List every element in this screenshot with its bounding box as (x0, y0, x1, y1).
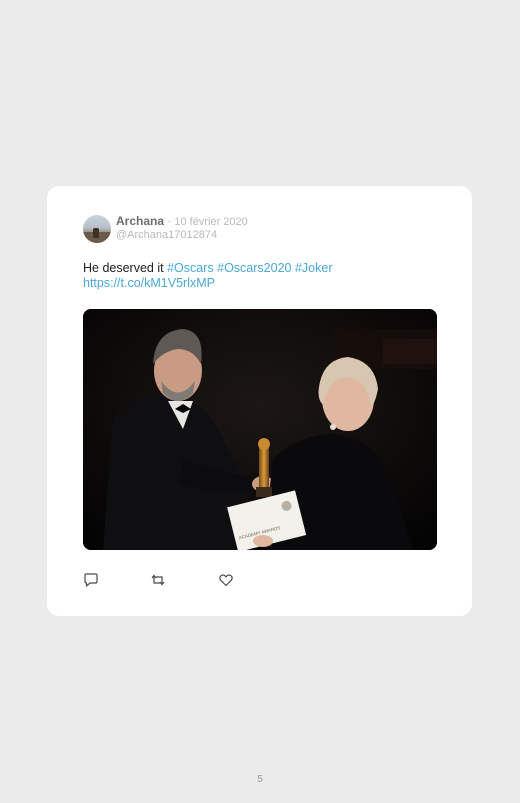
tweet-header: Archana · 10 février 2020 (116, 214, 248, 229)
page-number: 5 (257, 774, 263, 785)
heart-icon[interactable] (218, 572, 234, 588)
avatar[interactable] (83, 215, 111, 243)
retweet-icon[interactable] (150, 572, 166, 588)
tweet-text: He deserved it #Oscars #Oscars2020 #Joke… (83, 261, 443, 291)
tweet-text-body: He deserved it (83, 261, 164, 275)
hashtag-joker[interactable]: #Joker (295, 261, 333, 275)
reply-icon[interactable] (83, 572, 99, 588)
header-separator: · (167, 216, 172, 228)
avatar-figure (93, 228, 99, 238)
tweet-date[interactable]: 10 février 2020 (174, 216, 247, 228)
hashtag-oscars[interactable]: #Oscars (167, 261, 214, 275)
tweet-card: Archana · 10 février 2020 @Archana170128… (47, 186, 472, 616)
tweet-link[interactable]: https://t.co/kM1V5rlxMP (83, 276, 215, 290)
author-handle[interactable]: @Archana17012874 (116, 229, 217, 242)
author-name[interactable]: Archana (116, 214, 164, 228)
hashtag-oscars2020[interactable]: #Oscars2020 (217, 261, 291, 275)
tweet-actions (47, 572, 472, 588)
photo-scene: ACADEMY AWARDS (83, 309, 437, 550)
tweet-photo[interactable]: ACADEMY AWARDS (83, 309, 437, 550)
